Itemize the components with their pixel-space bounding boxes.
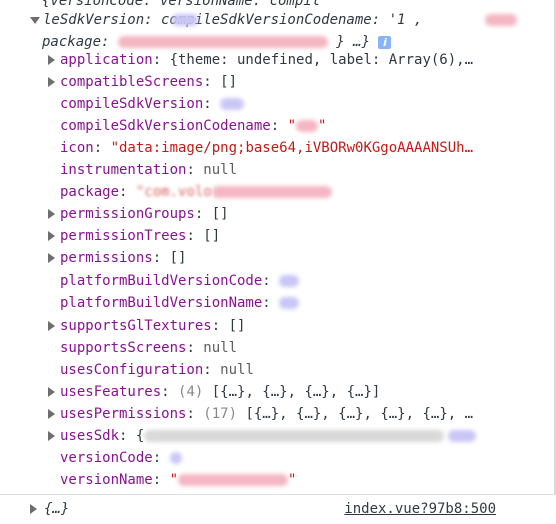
prop-row[interactable]: application: {theme: undefined, label: A… xyxy=(48,49,518,71)
prop-value: [] xyxy=(228,318,246,334)
prop-key: compatibleScreens xyxy=(60,74,204,90)
summary-text: leSdkVersion: compileSdkVersionCodename:… xyxy=(43,12,423,28)
prop-value: "data:image/png;base64,iVBORw0KGgoAAAANS… xyxy=(110,140,474,156)
prop-key: platformBuildVersionCode xyxy=(60,273,263,289)
summary-package-key: package: xyxy=(42,34,118,50)
source-link[interactable]: index.vue?97b8:500 xyxy=(344,495,496,524)
redacted-value xyxy=(279,297,300,309)
expand-triangle-icon[interactable] xyxy=(48,387,55,397)
prop-row: package: "com.volo xyxy=(60,181,520,203)
prop-key: platformBuildVersionName xyxy=(60,295,263,311)
prop-value: [] xyxy=(169,250,187,266)
expand-triangle-icon[interactable] xyxy=(48,253,55,263)
prop-key: usesConfiguration xyxy=(60,362,204,378)
preview-text: {versionCode: versionName: compil xyxy=(42,0,321,9)
prop-row: instrumentation: null xyxy=(60,162,238,178)
prop-key: versionCode xyxy=(60,450,153,466)
redacted-value xyxy=(169,452,182,464)
array-count: (17) xyxy=(203,406,246,422)
prop-key: usesSdk xyxy=(60,428,120,444)
prop-key: application xyxy=(60,52,153,68)
expanded-triangle-icon[interactable] xyxy=(30,17,40,24)
prop-value: " xyxy=(169,472,179,488)
redacted-value xyxy=(178,474,289,486)
prop-row[interactable]: usesPermissions: (17) [{…}, {…}, {…}, {…… xyxy=(48,403,518,425)
redacted-value xyxy=(144,430,445,442)
info-icon[interactable]: i xyxy=(378,35,392,49)
prop-value: null xyxy=(220,362,254,378)
expand-triangle-icon[interactable] xyxy=(30,504,37,514)
prop-value: [] xyxy=(220,74,238,90)
prop-key: usesFeatures xyxy=(60,384,162,400)
prop-value: [{…}, {…}, {…}, {…}] xyxy=(211,384,381,400)
prop-row[interactable]: permissionTrees: [] xyxy=(48,225,518,247)
prop-key: compileSdkVersionCodename xyxy=(60,118,271,134)
prop-value: null xyxy=(203,162,238,178)
redacted-value xyxy=(211,186,332,198)
summary-tail: } …} xyxy=(336,34,371,50)
prop-row: compileSdkVersionCodename: " " xyxy=(60,118,327,134)
redacted-value xyxy=(296,120,319,132)
prop-value: {theme: undefined, label: Array(6),… xyxy=(169,52,474,68)
redacted-value xyxy=(172,14,198,26)
prop-value: [] xyxy=(211,206,229,222)
redacted-value xyxy=(448,430,477,442)
expand-triangle-icon[interactable] xyxy=(48,55,55,65)
expand-triangle-icon[interactable] xyxy=(48,321,55,331)
expand-triangle-icon[interactable] xyxy=(48,231,55,241)
prop-row[interactable]: usesFeatures: (4) [{…}, {…}, {…}, {…}] xyxy=(48,381,518,403)
collapsed-object[interactable]: {…} xyxy=(44,495,69,524)
redacted-value xyxy=(220,98,245,110)
prop-value: { xyxy=(135,428,145,444)
prop-row[interactable]: permissions: [] xyxy=(48,247,518,269)
redacted-value xyxy=(485,14,517,26)
prop-row: versionName: " " xyxy=(60,472,297,488)
prop-row: platformBuildVersionName: xyxy=(60,292,520,314)
prop-key: usesPermissions xyxy=(60,406,187,422)
redacted-value xyxy=(117,36,328,48)
prop-row: usesConfiguration: null xyxy=(60,362,254,378)
prop-row: icon: "data:image/png;base64,iVBORw0KGgo… xyxy=(60,140,474,156)
prop-value: "com.volo xyxy=(135,184,212,200)
prop-key: instrumentation xyxy=(60,162,187,178)
prop-row: supportsScreens: null xyxy=(60,340,238,356)
prop-value: null xyxy=(203,340,238,356)
prop-key: permissionGroups xyxy=(60,206,195,222)
prop-value: " xyxy=(287,118,297,134)
expand-triangle-icon[interactable] xyxy=(48,209,55,219)
prop-value: [] xyxy=(203,228,221,244)
prop-value: [{…}, {…}, {…}, {…}, {…}, … xyxy=(245,406,474,422)
prop-key: supportsScreens xyxy=(60,340,187,356)
object-summary-line[interactable]: leSdkVersion: compileSdkVersionCodename:… xyxy=(30,9,550,31)
redacted-value xyxy=(279,275,300,287)
prop-key: permissionTrees xyxy=(60,228,187,244)
prop-key: supportsGlTextures xyxy=(60,318,212,334)
prop-row[interactable]: compatibleScreens: [] xyxy=(48,71,518,93)
prop-key: compileSdkVersion xyxy=(60,96,204,112)
prop-row[interactable]: supportsGlTextures: [] xyxy=(48,315,518,337)
prop-row[interactable]: permissionGroups: [] xyxy=(48,203,518,225)
prop-key: icon xyxy=(60,140,94,156)
prop-row: versionCode: xyxy=(60,447,520,469)
expand-triangle-icon[interactable] xyxy=(48,409,55,419)
console-message-footer: {…} index.vue?97b8:500 xyxy=(0,495,556,524)
prop-row: platformBuildVersionCode: xyxy=(60,270,520,292)
console-object-view: {versionCode: versionName: compil leSdkV… xyxy=(0,0,556,494)
prop-key: versionName xyxy=(60,472,153,488)
prop-key: package xyxy=(60,184,120,200)
prop-key: permissions xyxy=(60,250,153,266)
expand-triangle-icon[interactable] xyxy=(48,431,55,441)
array-count: (4) xyxy=(178,384,212,400)
expand-triangle-icon[interactable] xyxy=(48,77,55,87)
prop-row[interactable]: usesSdk: { xyxy=(48,425,518,447)
prop-row: compileSdkVersion: xyxy=(60,93,520,115)
